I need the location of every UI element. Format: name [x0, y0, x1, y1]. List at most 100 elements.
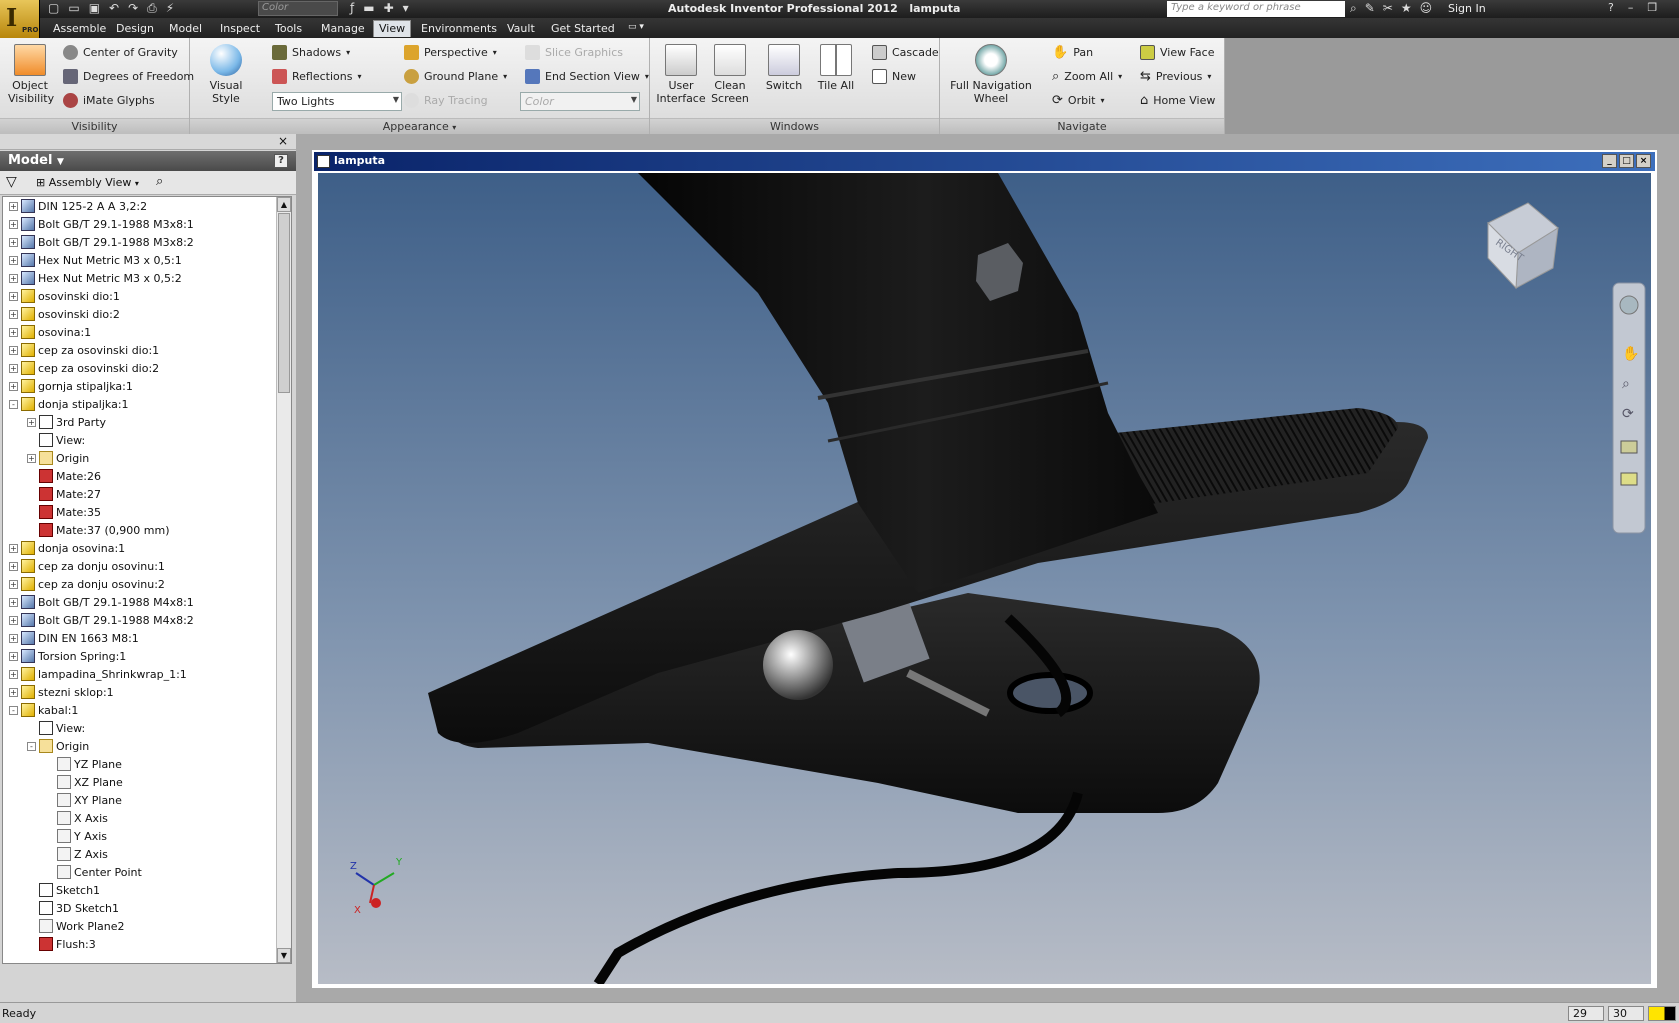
visual-style-button[interactable]: Visual Style: [200, 44, 252, 105]
user-interface-button[interactable]: User Interface: [656, 44, 706, 105]
tree-item[interactable]: + Bolt GB/T 29.1-1988 M4x8:2: [9, 611, 194, 629]
tree-item[interactable]: Sketch1: [27, 881, 100, 899]
browser-scrollbar[interactable]: ▲ ▼: [276, 197, 291, 963]
tab-view[interactable]: View: [373, 20, 412, 37]
tree-item[interactable]: + gornja stipaljka:1: [9, 377, 133, 395]
wrench-icon[interactable]: ✂: [1383, 1, 1393, 16]
tree-item[interactable]: Center Point: [45, 863, 142, 881]
expand-icon[interactable]: +: [9, 597, 18, 607]
pan-button[interactable]: ✋ Pan: [1052, 45, 1093, 60]
expand-icon[interactable]: +: [9, 291, 18, 301]
new-window-button[interactable]: New: [872, 69, 916, 84]
tree-item[interactable]: + Torsion Spring:1: [9, 647, 126, 665]
object-visibility-button[interactable]: Object Visibility: [8, 44, 54, 105]
collapse-icon[interactable]: -: [9, 705, 18, 715]
browser-help-icon[interactable]: ?: [274, 154, 288, 168]
expand-icon[interactable]: +: [9, 561, 18, 571]
expand-icon[interactable]: +: [9, 219, 18, 229]
expand-icon[interactable]: +: [9, 363, 18, 373]
tree-item[interactable]: + Bolt GB/T 29.1-1988 M3x8:1: [9, 215, 194, 233]
tree-item[interactable]: + cep za osovinski dio:2: [9, 359, 159, 377]
end-section-view-button[interactable]: End Section View ▾: [525, 69, 649, 84]
tree-item[interactable]: + lampadina_Shrinkwrap_1:1: [9, 665, 187, 683]
view-face-button[interactable]: View Face: [1140, 45, 1214, 60]
qa-color-combo[interactable]: Color: [258, 1, 338, 16]
tree-item[interactable]: View:: [27, 719, 85, 737]
filter-icon[interactable]: ▽: [6, 174, 17, 190]
help-icon[interactable]: ?: [1608, 1, 1614, 14]
browser-header[interactable]: Model ▼?: [0, 151, 296, 171]
zoom-all-button[interactable]: ⌕ Zoom All ▾: [1052, 69, 1122, 84]
tab-assemble[interactable]: Assemble: [48, 21, 111, 38]
application-menu-button[interactable]: I PRO: [0, 0, 40, 38]
tab-design[interactable]: Design: [111, 21, 159, 38]
tree-item[interactable]: + Origin: [27, 449, 89, 467]
expand-icon[interactable]: +: [9, 651, 18, 661]
tree-item[interactable]: + Hex Nut Metric M3 x 0,5:1: [9, 251, 182, 269]
tree-item[interactable]: XZ Plane: [45, 773, 123, 791]
redo-icon[interactable]: ↷: [128, 1, 138, 17]
tree-item[interactable]: + cep za osovinski dio:1: [9, 341, 159, 359]
measure-icon[interactable]: ▬: [363, 1, 374, 17]
3d-viewport[interactable]: Z Y X RIGHT ✋ ⌕ ⟳: [318, 173, 1651, 984]
expand-icon[interactable]: +: [9, 543, 18, 553]
expand-icon[interactable]: +: [27, 453, 36, 463]
scroll-up-icon[interactable]: ▲: [277, 197, 291, 212]
expand-icon[interactable]: +: [9, 669, 18, 679]
previous-view-button[interactable]: ⇆ Previous ▾: [1140, 69, 1211, 84]
undo-icon[interactable]: ↶: [109, 1, 119, 17]
shadows-button[interactable]: Shadows ▾: [272, 45, 350, 60]
print-icon[interactable]: ⎙: [147, 1, 157, 17]
switch-button[interactable]: Switch: [762, 44, 806, 92]
slice-graphics-button[interactable]: Slice Graphics: [525, 45, 623, 60]
tree-item[interactable]: + osovina:1: [9, 323, 91, 341]
orbit-button[interactable]: ⟳ Orbit ▾: [1052, 93, 1104, 108]
expand-icon[interactable]: +: [27, 417, 36, 427]
tree-item[interactable]: - kabal:1: [9, 701, 78, 719]
imate-glyphs-button[interactable]: iMate Glyphs: [63, 93, 155, 108]
tree-item[interactable]: - donja stipaljka:1: [9, 395, 129, 413]
tree-item[interactable]: + Bolt GB/T 29.1-1988 M3x8:2: [9, 233, 194, 251]
tab-options-icon[interactable]: ▭ ▾: [623, 21, 649, 38]
expand-icon[interactable]: +: [9, 381, 18, 391]
tile-all-button[interactable]: Tile All: [814, 44, 858, 92]
tree-item[interactable]: + DIN EN 1663 M8:1: [9, 629, 139, 647]
tree-item[interactable]: XY Plane: [45, 791, 122, 809]
restore-button[interactable]: □: [1619, 154, 1634, 168]
tab-get-started[interactable]: Get Started: [546, 21, 620, 38]
close-button[interactable]: ×: [1636, 154, 1651, 168]
home-view-button[interactable]: ⌂ Home View: [1140, 93, 1215, 108]
update-icon[interactable]: ⚡: [166, 1, 174, 17]
tab-manage[interactable]: Manage: [316, 21, 370, 38]
reflections-button[interactable]: Reflections ▾: [272, 69, 361, 84]
panel-title-appearance[interactable]: Appearance ▾: [190, 118, 649, 134]
tree-item[interactable]: Mate:35: [27, 503, 101, 521]
full-navigation-wheel-button[interactable]: Full Navigation Wheel: [950, 44, 1032, 105]
expand-icon[interactable]: +: [9, 273, 18, 283]
expand-icon[interactable]: +: [9, 237, 18, 247]
close-icon[interactable]: ×: [278, 134, 288, 148]
expand-icon[interactable]: +: [9, 255, 18, 265]
tree-item[interactable]: Flush:3: [27, 935, 96, 953]
ground-plane-button[interactable]: Ground Plane ▾: [404, 69, 507, 84]
tools-icon[interactable]: ✎: [1365, 1, 1375, 16]
tree-item[interactable]: + Bolt GB/T 29.1-1988 M4x8:1: [9, 593, 194, 611]
color-override-combo[interactable]: Color ▼: [520, 92, 640, 111]
tree-item[interactable]: + osovinski dio:2: [9, 305, 120, 323]
new-icon[interactable]: ▢: [48, 1, 59, 17]
tree-item[interactable]: Y Axis: [45, 827, 107, 845]
expand-icon[interactable]: +: [9, 327, 18, 337]
expand-icon[interactable]: +: [9, 633, 18, 643]
tree-item[interactable]: YZ Plane: [45, 755, 122, 773]
tree-item[interactable]: Mate:27: [27, 485, 101, 503]
save-icon[interactable]: ▣: [89, 1, 100, 17]
plus-icon[interactable]: ✚: [384, 1, 394, 17]
scroll-down-icon[interactable]: ▼: [277, 948, 291, 963]
degrees-of-freedom-button[interactable]: Degrees of Freedom: [63, 69, 194, 84]
tree-item[interactable]: X Axis: [45, 809, 108, 827]
find-icon[interactable]: ⌕: [156, 174, 163, 189]
collapse-icon[interactable]: -: [27, 741, 36, 751]
expand-icon[interactable]: +: [9, 579, 18, 589]
tree-item[interactable]: + donja osovina:1: [9, 539, 125, 557]
tree-item[interactable]: - Origin: [27, 737, 89, 755]
